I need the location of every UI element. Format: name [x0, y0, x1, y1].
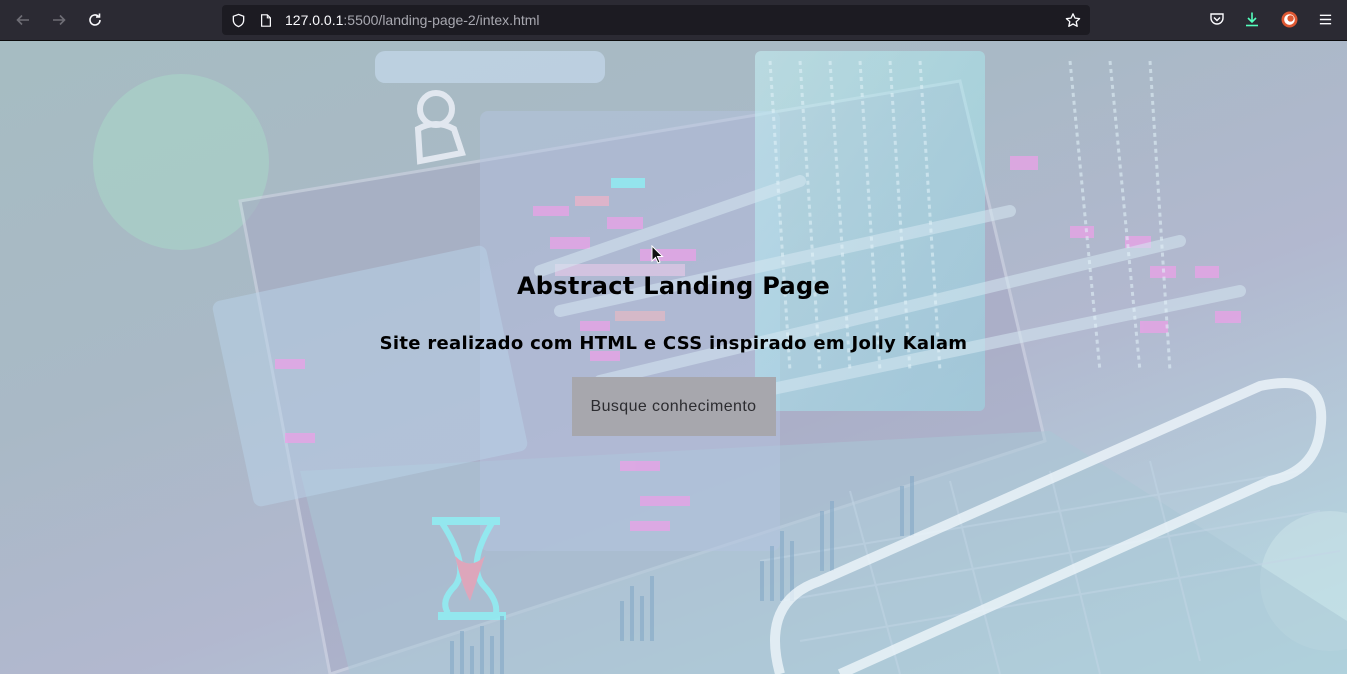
- hamburger-menu-icon[interactable]: [1316, 10, 1334, 28]
- cta-button[interactable]: Busque conhecimento: [571, 377, 776, 436]
- page-viewport: Abstract Landing Page Site realizado com…: [0, 41, 1347, 674]
- hero-section: Abstract Landing Page Site realizado com…: [0, 41, 1347, 674]
- mouse-cursor-icon: [651, 245, 664, 264]
- reload-icon: [89, 13, 101, 26]
- url-path: :5500/landing-page-2/intex.html: [343, 12, 540, 28]
- download-icon[interactable]: [1243, 10, 1261, 28]
- reload-button[interactable]: [81, 6, 109, 34]
- page-subtitle: Site realizado com HTML e CSS inspirado …: [379, 333, 968, 354]
- pocket-icon[interactable]: [1208, 10, 1226, 28]
- forward-button[interactable]: [45, 6, 73, 34]
- star-icon[interactable]: [1065, 12, 1081, 28]
- tracking-protection-shield-icon[interactable]: [230, 12, 246, 28]
- page-info-icon[interactable]: [258, 12, 274, 28]
- arrow-right-icon: [53, 14, 66, 26]
- back-button[interactable]: [9, 6, 37, 34]
- arrow-left-icon: [16, 14, 29, 26]
- url-text[interactable]: 127.0.0.1:5500/landing-page-2/intex.html: [285, 5, 540, 35]
- duckduckgo-extension-icon[interactable]: [1280, 10, 1298, 28]
- browser-toolbar: 127.0.0.1:5500/landing-page-2/intex.html: [0, 0, 1347, 41]
- url-host: 127.0.0.1: [285, 12, 344, 28]
- url-bar[interactable]: 127.0.0.1:5500/landing-page-2/intex.html: [222, 5, 1090, 35]
- page-title: Abstract Landing Page: [516, 272, 831, 300]
